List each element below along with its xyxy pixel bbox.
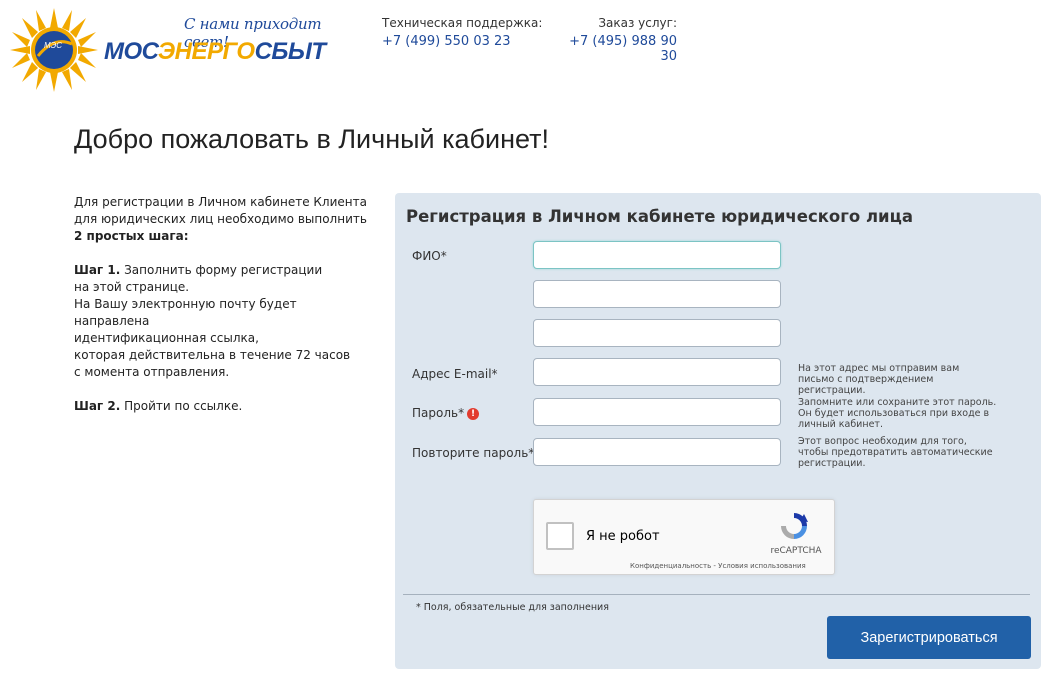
page-title: Добро пожаловать в Личный кабинет!	[74, 124, 549, 154]
recaptcha-label: Я не робот	[586, 529, 660, 544]
brand-part-energo: ЭНЕРГО	[157, 38, 255, 65]
step1-line: идентификационная ссылка,	[74, 331, 259, 345]
step2-text: Пройти по ссылке.	[120, 399, 243, 413]
intro-line: Для регистрации в Личном кабинете Клиент…	[74, 195, 367, 209]
intro-line: для юридических лиц необходимо выполнить	[74, 212, 367, 226]
brand-name: МОСЭНЕРГОСБЫТ	[104, 38, 326, 66]
register-button[interactable]: Зарегистрироваться	[827, 616, 1031, 659]
brand-part-sbyt: СБЫТ	[254, 38, 326, 65]
site-header: МЭС С нами приходит свет! МОСЭНЕРГОСБЫТ …	[0, 0, 1051, 100]
password-field[interactable]	[533, 398, 781, 426]
password-repeat-label: Повторите пароль*	[412, 446, 535, 460]
warning-icon[interactable]: !	[467, 407, 480, 420]
mosenergosbyt-logo[interactable]: МЭС С нами приходит свет! МОСЭНЕРГОСБЫТ	[8, 6, 338, 94]
password-label-wrap: Пароль*!	[412, 406, 480, 420]
fio-input-3[interactable]	[533, 319, 781, 347]
password-repeat-hint: Этот вопрос необходим для того, чтобы пр…	[798, 436, 993, 469]
fio-label: ФИО*	[412, 249, 447, 263]
order-phone-link[interactable]: +7 (495) 988 90 30	[553, 34, 677, 64]
fio-input-2[interactable]	[533, 280, 781, 308]
recaptcha-logo-icon	[781, 513, 808, 539]
registration-form-panel: Регистрация в Личном кабинете юридическо…	[395, 193, 1041, 669]
email-field[interactable]	[533, 358, 781, 386]
step1-line: на этой странице.	[74, 280, 190, 294]
required-fields-note: * Поля, обязательные для заполнения	[416, 602, 609, 613]
order-contact: Заказ услуг: +7 (495) 988 90 30	[553, 16, 677, 64]
recaptcha-brand: reCAPTCHA	[770, 546, 822, 556]
password-hint: Запомните или сохраните этот пароль. Он …	[798, 397, 997, 430]
step2-line: Шаг 2. Пройти по ссылке.	[74, 398, 374, 415]
password-repeat-field[interactable]	[533, 438, 781, 466]
form-title: Регистрация в Личном кабинете юридическо…	[406, 207, 913, 226]
step1-label: Шаг 1.	[74, 263, 121, 277]
step1-line: которая действительна в течение 72 часов	[74, 348, 351, 362]
sun-logo-icon: МЭС	[10, 8, 98, 92]
logo-emblem-text: МЭС	[44, 41, 62, 50]
intro-steps-count: 2 простых шага:	[74, 229, 189, 243]
brand-part-mos: МОС	[104, 38, 158, 65]
support-phone-link[interactable]: +7 (499) 550 03 23	[382, 34, 542, 49]
email-hint: На этот адрес мы отправим вам письмо с п…	[798, 363, 960, 396]
intro-line: 2 простых шага:	[74, 228, 374, 245]
recaptcha-widget: Я не робот reCAPTCHA Конфиденциальность …	[533, 499, 835, 575]
support-label: Техническая поддержка:	[382, 16, 543, 30]
order-label: Заказ услуг:	[598, 16, 677, 30]
step1-line: На Вашу электронную почту будет направле…	[74, 297, 297, 328]
registration-instructions: Для регистрации в Личном кабинете Клиент…	[74, 194, 374, 415]
fio-input[interactable]	[533, 241, 781, 269]
step2-label: Шаг 2.	[74, 399, 121, 413]
step1-line: с момента отправления.	[74, 365, 230, 379]
recaptcha-links[interactable]: Конфиденциальность - Условия использован…	[630, 562, 806, 570]
step1-line: Шаг 1. Заполнить форму регистрации	[74, 262, 374, 279]
password-label: Пароль*	[412, 406, 465, 420]
support-contact: Техническая поддержка: +7 (499) 550 03 2…	[382, 16, 542, 49]
step1-text: Заполнить форму регистрации	[120, 263, 323, 277]
recaptcha-checkbox[interactable]	[546, 522, 574, 550]
form-divider	[403, 594, 1030, 595]
email-label: Адрес E-mail*	[412, 367, 498, 381]
